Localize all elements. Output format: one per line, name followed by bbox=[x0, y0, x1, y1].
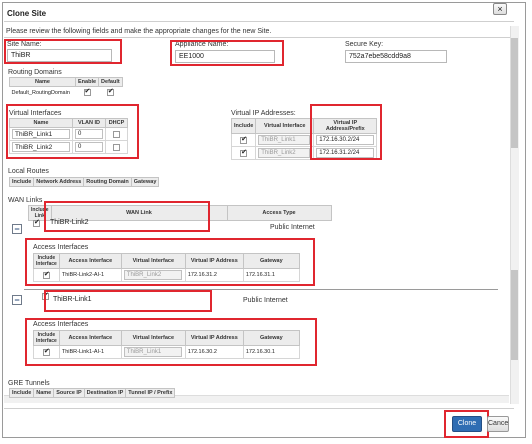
col-dhcp: DHCP bbox=[105, 118, 128, 128]
virtual-ip-highlight bbox=[310, 104, 382, 160]
close-button[interactable]: × bbox=[493, 3, 507, 15]
virtual-interface-select[interactable]: ThiBR_Link2 bbox=[123, 270, 182, 280]
include-checkbox[interactable] bbox=[240, 135, 248, 144]
col-access-interface: Access Interface bbox=[58, 253, 122, 269]
table-row: ThiBR_Link2 0 bbox=[9, 140, 128, 154]
dhcp-checkbox[interactable] bbox=[113, 143, 120, 151]
gateway-value: 172.16.31.1 bbox=[242, 268, 300, 282]
access-interfaces-label: Access Interfaces bbox=[33, 321, 89, 328]
default-checkbox[interactable] bbox=[106, 87, 114, 97]
table-row: ThiBR-Link1-AI-1 ThiBR_Link1 172.16.30.2… bbox=[33, 345, 300, 359]
include-checkbox[interactable] bbox=[240, 148, 248, 157]
collapse-icon[interactable]: − bbox=[12, 295, 22, 305]
virtual-ip-value: 172.16.31.2 bbox=[184, 268, 244, 282]
vif-name-input[interactable]: ThiBR_Link1 bbox=[12, 129, 70, 139]
routing-domains-label: Routing Domains bbox=[8, 69, 62, 76]
access-type-label: Public Internet bbox=[270, 224, 315, 231]
col-include: Include bbox=[230, 118, 257, 134]
col-name: Name bbox=[33, 388, 55, 398]
routing-domain-name: Default_RoutingDomain bbox=[11, 89, 70, 96]
col-tunnel-ip: Tunnel IP / Prefix bbox=[125, 388, 176, 398]
col-vlan: VLAN ID bbox=[72, 118, 106, 128]
col-include: Include bbox=[8, 177, 35, 187]
clone-button[interactable]: Clone bbox=[452, 416, 482, 432]
site-name-label: Site Name: bbox=[7, 41, 42, 48]
scrollbar-thumb-upper[interactable] bbox=[511, 38, 518, 148]
vlan-id-input[interactable]: 0 bbox=[75, 142, 103, 152]
scrollbar-thumb-lower[interactable] bbox=[511, 270, 518, 360]
virtual-interfaces-table: Name VLAN ID DHCP ThiBR_Link1 0 ThiBR_Li… bbox=[9, 118, 128, 154]
access-interface-name: ThiBR-Link1-AI-1 bbox=[58, 345, 122, 359]
enable-checkbox[interactable] bbox=[83, 87, 91, 97]
col-network-address: Network Address bbox=[33, 177, 85, 187]
gateway-value: 172.16.30.1 bbox=[242, 345, 300, 359]
virtual-interface-select[interactable]: ThiBR_Link1 bbox=[123, 347, 182, 357]
collapse-icon[interactable]: − bbox=[12, 224, 22, 234]
access-interfaces-table: Include Interface Access Interface Virtu… bbox=[33, 330, 300, 359]
access-interface-name: ThiBR-Link2-AI-1 bbox=[58, 268, 122, 282]
col-virtual-interface: Virtual Interface bbox=[255, 118, 315, 134]
col-name: Name bbox=[9, 118, 73, 128]
secure-key-input[interactable]: 752a7ebe58cdd9a8 bbox=[345, 50, 447, 63]
col-gateway: Gateway bbox=[242, 330, 300, 346]
dhcp-checkbox[interactable] bbox=[113, 130, 120, 138]
gre-tunnels-label: GRE Tunnels bbox=[8, 380, 50, 387]
col-include-interface: Include Interface bbox=[33, 253, 60, 269]
local-routes-table: Include Network Address Routing Domain G… bbox=[8, 177, 160, 187]
virtual-interface-select[interactable]: ThiBR_Link2 bbox=[258, 148, 311, 158]
intro-text: Please review the following fields and m… bbox=[6, 28, 272, 35]
routing-domains-table: Name Enable Default Default_RoutingDomai… bbox=[9, 77, 123, 99]
secure-key-label: Secure Key: bbox=[345, 41, 384, 48]
intro-divider bbox=[4, 37, 514, 38]
col-default: Default bbox=[98, 77, 123, 87]
include-interface-checkbox[interactable] bbox=[42, 270, 50, 279]
col-include: Include bbox=[8, 388, 35, 398]
wan-links-label: WAN Links bbox=[8, 197, 43, 204]
col-virtual-interface: Virtual Interface bbox=[120, 330, 186, 346]
col-access-interface: Access Interface bbox=[58, 330, 122, 346]
col-routing-domain: Routing Domain bbox=[83, 177, 132, 187]
col-name: Name bbox=[9, 77, 76, 87]
include-interface-checkbox[interactable] bbox=[42, 347, 50, 356]
col-virtual-ip: Virtual IP Address bbox=[184, 253, 244, 269]
title-divider bbox=[4, 21, 514, 22]
dialog-title: Clone Site bbox=[7, 9, 47, 18]
col-include-interface: Include Interface bbox=[33, 330, 60, 346]
appliance-name-input[interactable]: EE1000 bbox=[175, 50, 275, 63]
access-interfaces-table: Include Interface Access Interface Virtu… bbox=[33, 253, 300, 282]
virtual-ip-value: 172.16.30.2 bbox=[184, 345, 244, 359]
col-gateway: Gateway bbox=[242, 253, 300, 269]
col-source-ip: Source IP bbox=[53, 388, 85, 398]
gre-tunnels-table: Include Name Source IP Destination IP Tu… bbox=[8, 388, 176, 398]
footer-divider bbox=[4, 408, 514, 409]
local-routes-label: Local Routes bbox=[8, 168, 49, 175]
virtual-ip-label: Virtual IP Addresses: bbox=[231, 110, 296, 117]
cancel-button[interactable]: Cancel bbox=[487, 416, 509, 432]
col-virtual-ip: Virtual IP Address bbox=[184, 330, 244, 346]
table-row: ThiBR-Link2-AI-1 ThiBR_Link2 172.16.31.2… bbox=[33, 268, 300, 282]
vif-name-input[interactable]: ThiBR_Link2 bbox=[12, 142, 70, 152]
col-access-type: Access Type bbox=[226, 205, 332, 221]
include-link-checkbox[interactable] bbox=[33, 218, 40, 227]
col-enable: Enable bbox=[74, 77, 100, 87]
wan-link-name[interactable]: ThiBR-Link2 bbox=[50, 219, 89, 226]
col-virtual-interface: Virtual Interface bbox=[120, 253, 186, 269]
table-row: ThiBR_Link1 0 bbox=[9, 127, 128, 141]
col-gateway: Gateway bbox=[130, 177, 160, 187]
wan-link-name[interactable]: ThiBR-Link1 bbox=[53, 296, 92, 303]
vlan-id-input[interactable]: 0 bbox=[75, 129, 103, 139]
virtual-interface-select[interactable]: ThiBR_Link1 bbox=[258, 135, 311, 145]
virtual-interfaces-label: Virtual Interfaces bbox=[9, 110, 62, 117]
wan-link-2-highlight bbox=[44, 201, 210, 232]
access-type-label: Public Internet bbox=[243, 297, 288, 304]
table-row: Default_RoutingDomain bbox=[10, 87, 123, 99]
col-destination-ip: Destination IP bbox=[83, 388, 127, 398]
access-interfaces-label: Access Interfaces bbox=[33, 244, 89, 251]
site-name-input[interactable]: ThiBR bbox=[7, 49, 112, 62]
